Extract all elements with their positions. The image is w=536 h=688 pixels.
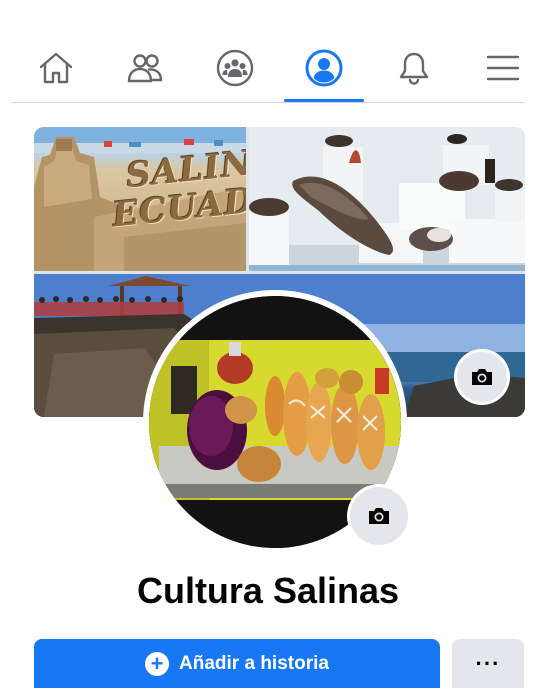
nav-home[interactable] bbox=[26, 44, 86, 92]
edit-cover-photo-button[interactable] bbox=[457, 352, 507, 402]
camera-icon bbox=[472, 369, 492, 385]
profile-name: Cultura Salinas bbox=[136, 570, 400, 611]
cover-tile-museum bbox=[249, 127, 525, 271]
camera-icon bbox=[369, 508, 389, 524]
nav-friends[interactable] bbox=[115, 44, 175, 92]
nav-profile[interactable] bbox=[294, 44, 354, 92]
nav-notifications[interactable] bbox=[384, 44, 444, 92]
nav-groups[interactable] bbox=[205, 44, 265, 92]
more-options-label: ··· bbox=[475, 650, 501, 676]
bell-icon bbox=[399, 52, 429, 85]
plus-circle-icon: + bbox=[145, 651, 170, 676]
friends-icon bbox=[127, 54, 163, 83]
cover-tile-sand-sculpture: SALINAS ECUADOR bbox=[34, 127, 246, 271]
home-icon bbox=[39, 52, 73, 84]
nav-divider bbox=[12, 102, 524, 103]
groups-icon bbox=[216, 49, 254, 87]
add-to-story-button[interactable]: + Añadir a historia bbox=[34, 639, 440, 688]
add-to-story-label: Añadir a historia bbox=[179, 652, 329, 674]
profile-icon bbox=[305, 49, 343, 87]
top-navigation-bar bbox=[0, 0, 536, 104]
menu-icon bbox=[486, 55, 520, 81]
nav-menu[interactable] bbox=[473, 44, 533, 92]
edit-profile-picture-button[interactable] bbox=[350, 487, 408, 545]
more-options-button[interactable]: ··· bbox=[452, 639, 524, 688]
